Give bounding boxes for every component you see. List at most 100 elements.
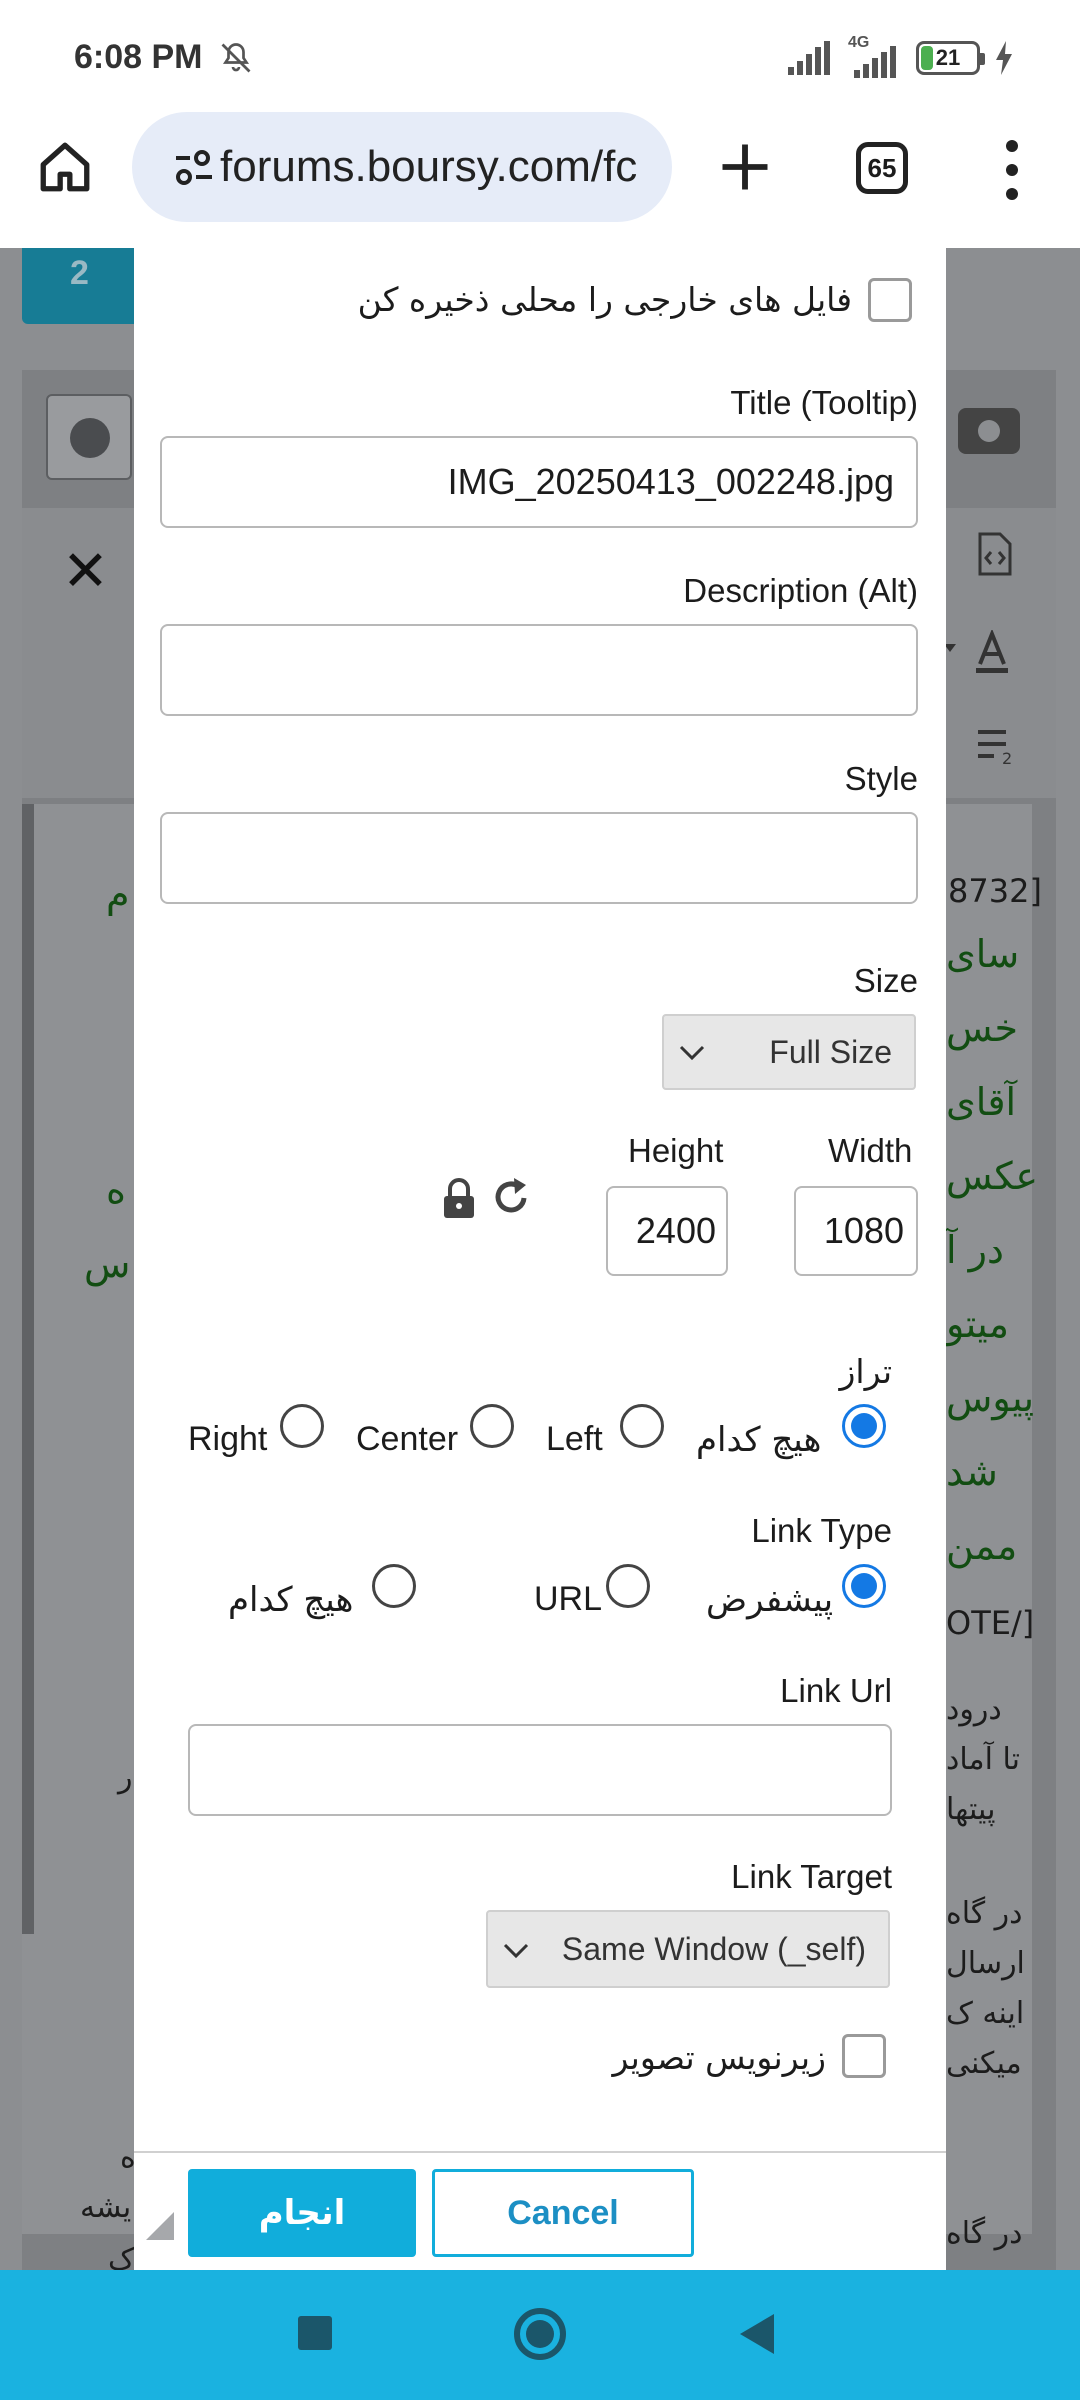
size-selected: Full Size — [769, 1033, 892, 1070]
bg-snippet: س — [84, 1242, 131, 1286]
bg-snippet: ممن — [946, 1524, 1018, 1568]
title-value: IMG_20250413_002248.jpg — [447, 461, 894, 502]
bg-snippet: م — [106, 872, 130, 916]
tabs-icon[interactable]: 65 — [856, 142, 908, 194]
signal-4g-icon: 4G — [846, 34, 902, 78]
size-label: Size — [853, 962, 918, 999]
align-left-label: Left — [546, 1420, 603, 1458]
image-properties-dialog: فایل های خارجی را محلی ذخیره کن Title (T… — [134, 248, 946, 2270]
link-target-selected: Same Window (_self) — [561, 1930, 866, 1967]
quote-bar — [22, 804, 34, 1934]
bg-snippet: ارسال — [946, 1946, 1025, 1981]
home-icon[interactable] — [36, 138, 94, 196]
link-target-select[interactable]: Same Window (_self) — [486, 1910, 890, 1988]
tab-count: 65 — [867, 152, 897, 183]
bg-snippet: خس — [946, 1006, 1018, 1050]
bg-snippet: پیتها — [946, 1792, 996, 1827]
bg-snippet: یشه — [80, 2190, 132, 2225]
chevron-down-icon — [503, 1943, 529, 1959]
width-label: Width — [828, 1132, 913, 1169]
align-label: تراز — [839, 1352, 893, 1391]
source-code-icon — [978, 532, 1012, 576]
status-bar: 6:08 PM 4G 21 — [0, 0, 1080, 112]
bg-snippet: در آ — [946, 1228, 1004, 1272]
link-none-radio[interactable] — [372, 1564, 416, 1608]
page-tab-number: 2 — [70, 254, 89, 292]
bg-snippet: عکس — [946, 1154, 1039, 1198]
caption-checkbox[interactable] — [842, 2034, 886, 2078]
emoji-icon — [46, 394, 132, 480]
height-value: 2400 — [635, 1210, 716, 1251]
style-input[interactable] — [160, 812, 918, 904]
align-left-radio[interactable] — [620, 1404, 664, 1448]
bg-snippet: درود — [946, 1692, 1002, 1727]
width-input[interactable]: 1080 — [794, 1186, 918, 1276]
link-default-radio[interactable] — [842, 1564, 886, 1608]
description-input[interactable] — [160, 624, 918, 716]
bg-snippet: سای — [946, 932, 1020, 976]
bg-snippet: آقای — [946, 1080, 1017, 1124]
align-none-radio[interactable] — [842, 1404, 886, 1448]
height-input[interactable]: 2400 — [606, 1186, 728, 1276]
align-right-radio[interactable] — [280, 1404, 324, 1448]
close-icon: ✕ — [62, 539, 109, 602]
bg-snippet: شد — [946, 1450, 998, 1494]
link-url-input[interactable] — [188, 1724, 892, 1816]
home-circle-icon[interactable] — [514, 2308, 566, 2360]
title-label: Title (Tooltip) — [730, 384, 918, 421]
battery-fill — [921, 46, 933, 70]
ok-button[interactable]: انجام — [188, 2169, 416, 2257]
back-icon[interactable] — [740, 2314, 774, 2354]
resize-handle-icon[interactable] — [146, 2212, 174, 2240]
browser-toolbar: forums.boursy.com/fc 65 — [0, 112, 1080, 248]
link-target-label: Link Target — [731, 1858, 892, 1895]
site-settings-icon[interactable] — [174, 150, 214, 186]
link-default-label: پیشفرض — [706, 1580, 834, 1620]
bg-snippet: در گاه — [946, 2216, 1023, 2251]
align-center-label: Center — [356, 1420, 459, 1458]
recents-icon[interactable] — [298, 2316, 332, 2350]
address-bar[interactable]: forums.boursy.com/fc — [132, 112, 672, 222]
lock-icon[interactable] — [442, 1178, 476, 1220]
battery-level: 21 — [935, 45, 961, 70]
bg-snippet: 8732] — [948, 872, 1042, 910]
text-color-icon — [944, 630, 1008, 673]
more-vert-icon[interactable] — [1002, 140, 1022, 200]
link-type-label: Link Type — [751, 1512, 892, 1549]
save-external-label: فایل های خارجی را محلی ذخیره کن — [357, 280, 852, 319]
bg-snippet: ر — [118, 1760, 133, 1795]
status-icons: 4G 21 — [788, 34, 1014, 80]
bg-snippet: ه — [106, 1168, 126, 1212]
bg-snippet: اینه ک — [946, 1996, 1025, 2031]
system-nav-bar — [0, 2270, 1080, 2400]
height-label: Height — [628, 1132, 724, 1169]
caption-label: زیرنویس تصویر — [612, 2038, 826, 2077]
dialog-footer: انجام Cancel — [134, 2151, 946, 2270]
align-center-radio[interactable] — [470, 1404, 514, 1448]
cancel-button[interactable]: Cancel — [432, 2169, 694, 2257]
save-external-checkbox[interactable] — [868, 278, 912, 322]
align-none-label: هیچ کدام — [696, 1420, 822, 1460]
width-value: 1080 — [823, 1210, 904, 1251]
link-none-label: هیچ کدام — [228, 1580, 354, 1620]
title-input[interactable]: IMG_20250413_002248.jpg — [160, 436, 918, 528]
url-text[interactable]: forums.boursy.com/fc — [220, 142, 637, 192]
chevron-down-icon — [679, 1045, 705, 1061]
size-select[interactable]: Full Size — [662, 1014, 916, 1090]
charging-icon — [996, 41, 1012, 75]
bg-snippet: OTE/] — [946, 1604, 1035, 1642]
bg-snippet: ک — [108, 2242, 135, 2270]
bg-snippet: در گاه — [946, 1896, 1023, 1931]
bg-snippet: تا آماد — [946, 1742, 1020, 1777]
link-url-field-label: Link Url — [780, 1672, 892, 1709]
bg-snippet: میتو — [946, 1302, 1009, 1346]
link-url-radio[interactable] — [606, 1564, 650, 1608]
list-icon: 2 — [978, 730, 1012, 766]
bg-snippet: میکنی — [946, 2046, 1022, 2081]
status-time: 6:08 PM — [74, 38, 203, 76]
svg-text:2: 2 — [1002, 749, 1012, 766]
plus-icon[interactable] — [718, 140, 772, 194]
bell-off-icon — [221, 43, 251, 73]
reset-icon[interactable] — [492, 1176, 532, 1218]
camera-icon — [958, 408, 1020, 454]
